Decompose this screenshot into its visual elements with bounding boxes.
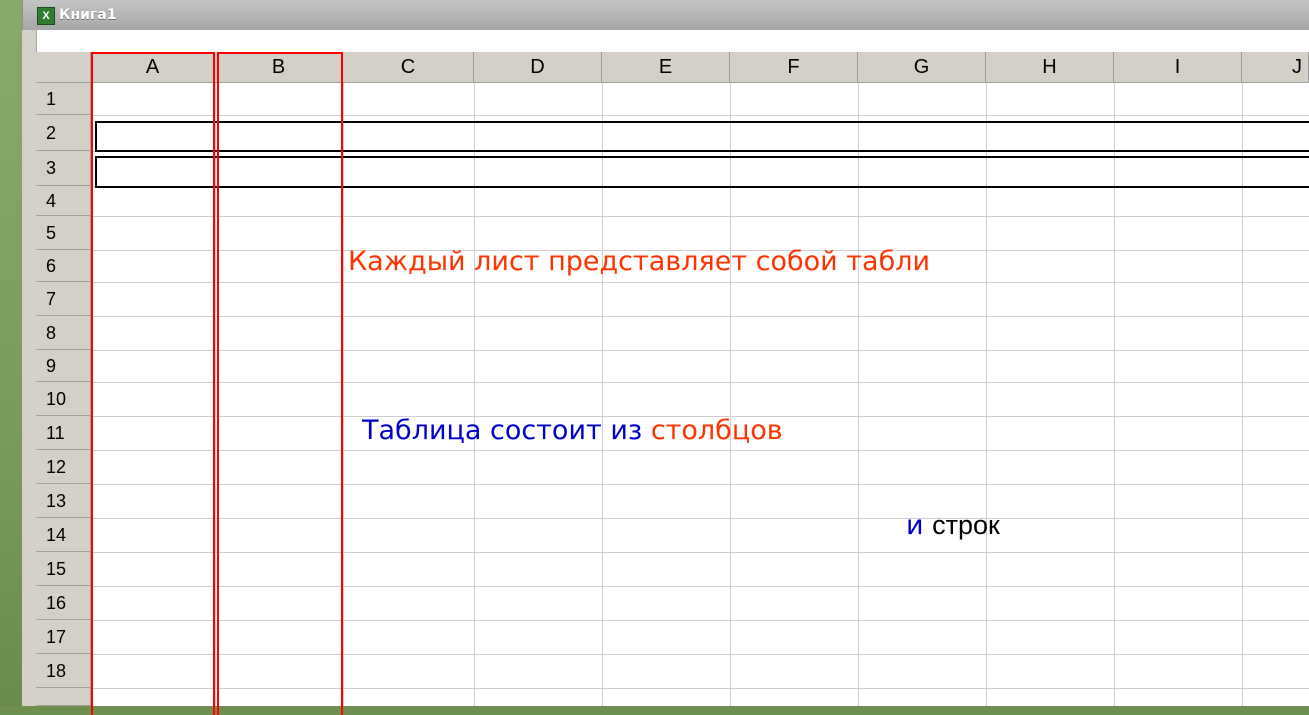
row-header-17[interactable]: 17: [36, 620, 91, 654]
window-left-border: [22, 30, 37, 706]
column-header-j[interactable]: J: [1242, 52, 1309, 83]
window-title: Книга1: [59, 7, 117, 23]
annotation-table-consists-of: Таблица состоит из: [362, 415, 643, 446]
excel-icon: X: [37, 7, 55, 25]
row-header-19[interactable]: [36, 688, 91, 706]
row-header-4[interactable]: 4: [36, 186, 91, 216]
row-header-9[interactable]: 9: [36, 350, 91, 382]
column-header-f[interactable]: F: [730, 52, 858, 83]
row-header-13[interactable]: 13: [36, 484, 91, 518]
column-header-h[interactable]: H: [986, 52, 1114, 83]
column-header-c[interactable]: C: [343, 52, 474, 83]
title-bar[interactable]: X Книга1: [23, 0, 1309, 31]
row-header-3[interactable]: 3: [36, 151, 91, 186]
column-header-d[interactable]: D: [474, 52, 602, 83]
row-header-12[interactable]: 12: [36, 450, 91, 484]
annotation-sheet-is-table: Каждый лист представляет собой табли: [348, 246, 931, 277]
column-header-g[interactable]: G: [858, 52, 986, 83]
row-header-10[interactable]: 10: [36, 382, 91, 416]
column-header-i[interactable]: I: [1114, 52, 1242, 83]
row-header-7[interactable]: 7: [36, 282, 91, 316]
annotation-rows-word: строк: [932, 510, 1000, 540]
row-header-5[interactable]: 5: [36, 216, 91, 250]
row-header-14[interactable]: 14: [36, 518, 91, 552]
row-header-2[interactable]: 2: [36, 115, 91, 151]
row-header-15[interactable]: 15: [36, 552, 91, 586]
column-header-e[interactable]: E: [602, 52, 730, 83]
select-all-corner[interactable]: [36, 52, 91, 83]
annotation-columns-word: столбцов: [650, 415, 783, 446]
annotation-and-word: и: [906, 510, 924, 541]
column-b-highlight: [217, 52, 343, 715]
column-a-highlight: [91, 52, 215, 715]
row-header-16[interactable]: 16: [36, 586, 91, 620]
row-header-1[interactable]: 1: [36, 83, 91, 115]
annotation-table-columns: Таблица состоит из столбцов: [362, 415, 783, 446]
row-header-18[interactable]: 18: [36, 654, 91, 688]
row-header-11[interactable]: 11: [36, 416, 91, 450]
row-header-6[interactable]: 6: [36, 250, 91, 282]
row-header-8[interactable]: 8: [36, 316, 91, 350]
annotation-and-rows: и строк: [906, 510, 1000, 541]
